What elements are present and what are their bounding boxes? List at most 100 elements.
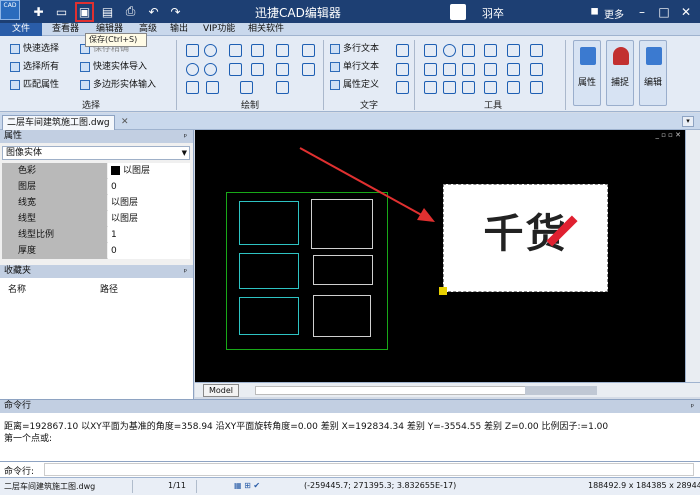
align-tool-icon[interactable] xyxy=(530,81,543,94)
tab-menu-icon[interactable]: ▾ xyxy=(682,116,694,127)
layer-tool-icon[interactable] xyxy=(240,81,253,94)
command-output-line: 第一个点或: xyxy=(4,434,53,444)
favorites-col-name[interactable]: 名称 xyxy=(8,285,26,295)
app-logo[interactable]: CAD xyxy=(0,0,20,20)
text-edit-icon[interactable] xyxy=(396,63,409,76)
favorites-col-path[interactable]: 路径 xyxy=(100,282,118,295)
minimize-icon[interactable]: – xyxy=(634,4,650,20)
text-find-icon[interactable] xyxy=(396,81,409,94)
pin-icon[interactable]: ᵖ xyxy=(184,130,187,143)
polygon-tool-icon[interactable] xyxy=(229,63,242,76)
status-snap-icons[interactable]: ▦ ⊞ ✔ xyxy=(234,481,260,490)
spline-tool-icon[interactable] xyxy=(251,63,264,76)
single-line-text-button[interactable]: 单行文本 xyxy=(330,60,379,74)
save-tooltip: 保存(Ctrl+S) xyxy=(85,33,147,47)
properties-icon xyxy=(580,47,596,65)
fillet-tool-icon[interactable] xyxy=(443,81,456,94)
attribute-definition-button[interactable]: 属性定义 xyxy=(330,78,379,92)
command-output-line: 距离=192867.10 以XY平面为基准的角度=358.94 沿XY平面旋转角… xyxy=(4,422,609,432)
scale-tool-icon[interactable] xyxy=(484,44,497,57)
stretch-tool-icon[interactable] xyxy=(462,81,475,94)
menu-vip[interactable]: VIP功能 xyxy=(203,23,235,36)
array-tool-icon[interactable] xyxy=(443,63,456,76)
properties-big-button[interactable]: 属性 xyxy=(573,40,601,106)
property-row-color[interactable]: 色彩 以图层 xyxy=(2,163,190,179)
copy-tool-icon[interactable] xyxy=(424,63,437,76)
user-name[interactable]: 羽卒 xyxy=(482,5,504,21)
measure-tool-icon[interactable] xyxy=(484,81,497,94)
image-entity[interactable]: 千货 xyxy=(443,184,608,292)
document-tab[interactable]: 二层车间建筑施工图.dwg xyxy=(2,115,115,130)
offset-tool-icon[interactable] xyxy=(462,63,475,76)
mirror-tool-icon[interactable] xyxy=(462,44,475,57)
tab-close-icon[interactable]: ✕ xyxy=(121,117,129,127)
property-row-layer[interactable]: 图层 0 xyxy=(2,179,190,195)
redo-icon[interactable]: ↷ xyxy=(167,3,184,20)
erase-tool-icon[interactable] xyxy=(507,81,520,94)
circle-tool-icon[interactable] xyxy=(186,63,199,76)
save-as-icon[interactable]: ▤ xyxy=(99,3,116,20)
command-header: 命令行 ᵖ xyxy=(0,400,700,413)
color-tool-icon[interactable] xyxy=(302,63,315,76)
chamfer-tool-icon[interactable] xyxy=(424,81,437,94)
close-icon[interactable]: ✕ xyxy=(678,4,694,20)
property-row-linetype-scale[interactable]: 线型比例 1 xyxy=(2,227,190,243)
more-button[interactable]: 更多 xyxy=(604,6,624,21)
explode-tool-icon[interactable] xyxy=(507,63,520,76)
ribbon-separator xyxy=(176,40,177,110)
snap-big-button[interactable]: 捕捉 xyxy=(606,40,634,106)
arc-tool-icon[interactable] xyxy=(204,44,217,57)
move-tool-icon[interactable] xyxy=(424,44,437,57)
open-icon[interactable]: ▭ xyxy=(53,3,70,20)
quick-select-button[interactable]: 快速选择 xyxy=(10,42,59,56)
model-tab[interactable]: Model xyxy=(203,384,239,397)
join-tool-icon[interactable] xyxy=(530,63,543,76)
polyline-tool-icon[interactable] xyxy=(251,44,264,57)
horizontal-scroll-thumb[interactable] xyxy=(525,386,597,395)
property-row-thickness[interactable]: 厚度 0 xyxy=(2,243,190,259)
point-tool-icon[interactable] xyxy=(186,81,199,94)
menu-file[interactable]: 文件 xyxy=(0,23,42,36)
ellipse-tool-icon[interactable] xyxy=(204,63,217,76)
annotation-arrow xyxy=(299,147,435,222)
menu-output[interactable]: 输出 xyxy=(170,23,188,36)
dimension-tool-icon[interactable] xyxy=(276,44,289,57)
image-tool-icon[interactable] xyxy=(206,81,219,94)
single-line-text-icon xyxy=(330,62,340,72)
drawing-canvas[interactable]: _ ▫ ▫ ✕ 千货 xyxy=(195,130,685,382)
menu-viewer[interactable]: 查看器 xyxy=(52,23,79,36)
pin-icon[interactable]: ᵖ xyxy=(691,400,694,413)
rectangle-tool-icon[interactable] xyxy=(229,44,242,57)
entity-import-icon xyxy=(80,62,90,72)
multiline-text-button[interactable]: 多行文本 xyxy=(330,42,379,56)
match-properties-button[interactable]: 匹配属性 xyxy=(10,78,59,92)
property-row-lineweight[interactable]: 线宽 以图层 xyxy=(2,195,190,211)
print-icon[interactable]: ⎙ xyxy=(122,3,139,20)
extend-tool-icon[interactable] xyxy=(530,44,543,57)
property-row-linetype[interactable]: 线型 以图层 xyxy=(2,211,190,227)
text-style-icon[interactable] xyxy=(396,44,409,57)
quick-entity-import-button[interactable]: 快速实体导入 xyxy=(80,60,147,74)
rotate-tool-icon[interactable] xyxy=(443,44,456,57)
pin-icon[interactable]: ᵖ xyxy=(184,265,187,278)
line-tool-icon[interactable] xyxy=(186,44,199,57)
break-tool-icon[interactable] xyxy=(484,63,497,76)
undo-icon[interactable]: ↶ xyxy=(145,3,162,20)
select-all-button[interactable]: 选择所有 xyxy=(10,60,59,74)
pen-tool-icon[interactable] xyxy=(276,63,289,76)
polygon-entity-input-button[interactable]: 多边形实体输入 xyxy=(80,78,156,92)
hatch-tool-icon[interactable] xyxy=(302,44,315,57)
new-icon[interactable]: ✚ xyxy=(30,3,47,20)
selection-grip[interactable] xyxy=(439,287,447,295)
command-input[interactable] xyxy=(44,463,694,476)
entity-type-select[interactable]: 图像实体 ▼ xyxy=(2,146,190,160)
table-tool-icon[interactable] xyxy=(276,81,289,94)
attribute-icon xyxy=(330,80,340,90)
vertical-scrollbar[interactable] xyxy=(685,130,700,382)
user-avatar-icon[interactable] xyxy=(450,4,466,20)
more-icon[interactable]: ◼ xyxy=(586,3,603,20)
trim-tool-icon[interactable] xyxy=(507,44,520,57)
edit-big-button[interactable]: 编辑 xyxy=(639,40,667,106)
maximize-icon[interactable]: □ xyxy=(656,4,672,20)
menu-related-software[interactable]: 相关软件 xyxy=(248,23,284,36)
